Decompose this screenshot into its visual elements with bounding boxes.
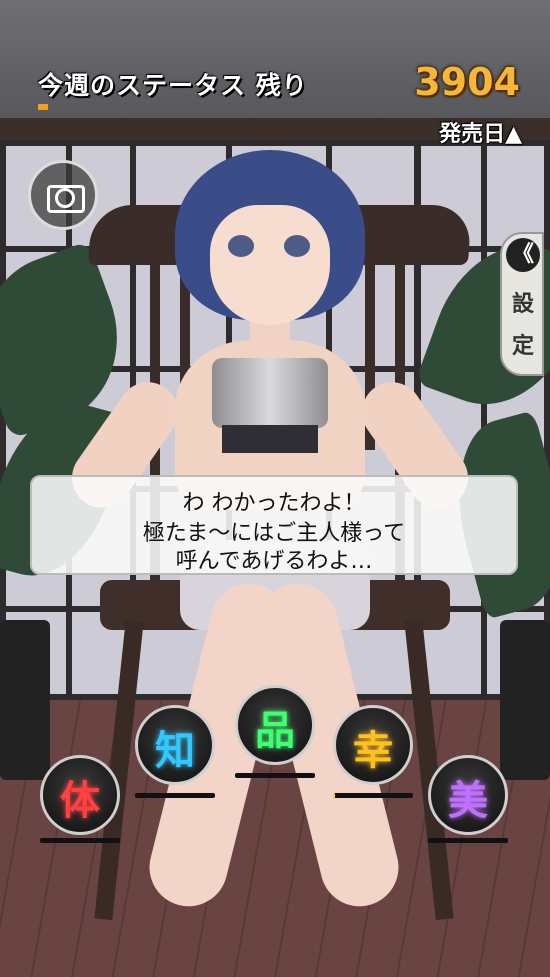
stat-button-grace[interactable]: 品 xyxy=(235,685,315,765)
dialogue-line-1: わ わかったわよ！ xyxy=(182,491,366,516)
title-indicator xyxy=(38,104,48,110)
pot-left xyxy=(0,620,50,780)
stat-button-luck[interactable]: 幸 xyxy=(333,705,413,785)
dialogue-line-3: 呼んであげるわよ… xyxy=(175,549,373,574)
stat-glyph-luck: 幸 xyxy=(353,728,393,774)
pot-right xyxy=(500,620,550,780)
stat-bar-body xyxy=(40,838,120,843)
stat-glyph-body: 体 xyxy=(60,778,100,824)
stat-bar-beauty xyxy=(428,838,508,843)
status-header: 今週のステータス 残り 3904 xyxy=(0,58,550,110)
weekly-status-title: 今週のステータス 残り xyxy=(38,71,308,100)
stat-button-beauty[interactable]: 美 xyxy=(428,755,508,835)
stat-button-body[interactable]: 体 xyxy=(40,755,120,835)
camera-button[interactable] xyxy=(28,160,98,230)
remaining-counter: 3904 xyxy=(414,60,520,104)
chevron-left-icon: 《 xyxy=(506,238,540,272)
stat-glyph-intellect: 知 xyxy=(155,728,195,774)
settings-label: 設 定 xyxy=(511,292,534,359)
stat-glyph-beauty: 美 xyxy=(448,778,488,824)
character-top xyxy=(212,358,328,428)
stat-bar-intellect xyxy=(135,793,215,798)
stat-bar-luck xyxy=(333,793,413,798)
release-date-toggle[interactable]: 発売日▲ xyxy=(439,116,522,148)
stat-glyph-grace: 品 xyxy=(255,708,295,754)
settings-tab[interactable]: 《 設 定 xyxy=(500,232,544,376)
stat-bar-grace xyxy=(235,773,315,778)
dialogue-box[interactable]: わ わかったわよ！ 極たま～にはご主人様って 呼んであげるわよ… xyxy=(30,475,518,575)
character-face[interactable] xyxy=(210,205,330,325)
stat-button-intellect[interactable]: 知 xyxy=(135,705,215,785)
